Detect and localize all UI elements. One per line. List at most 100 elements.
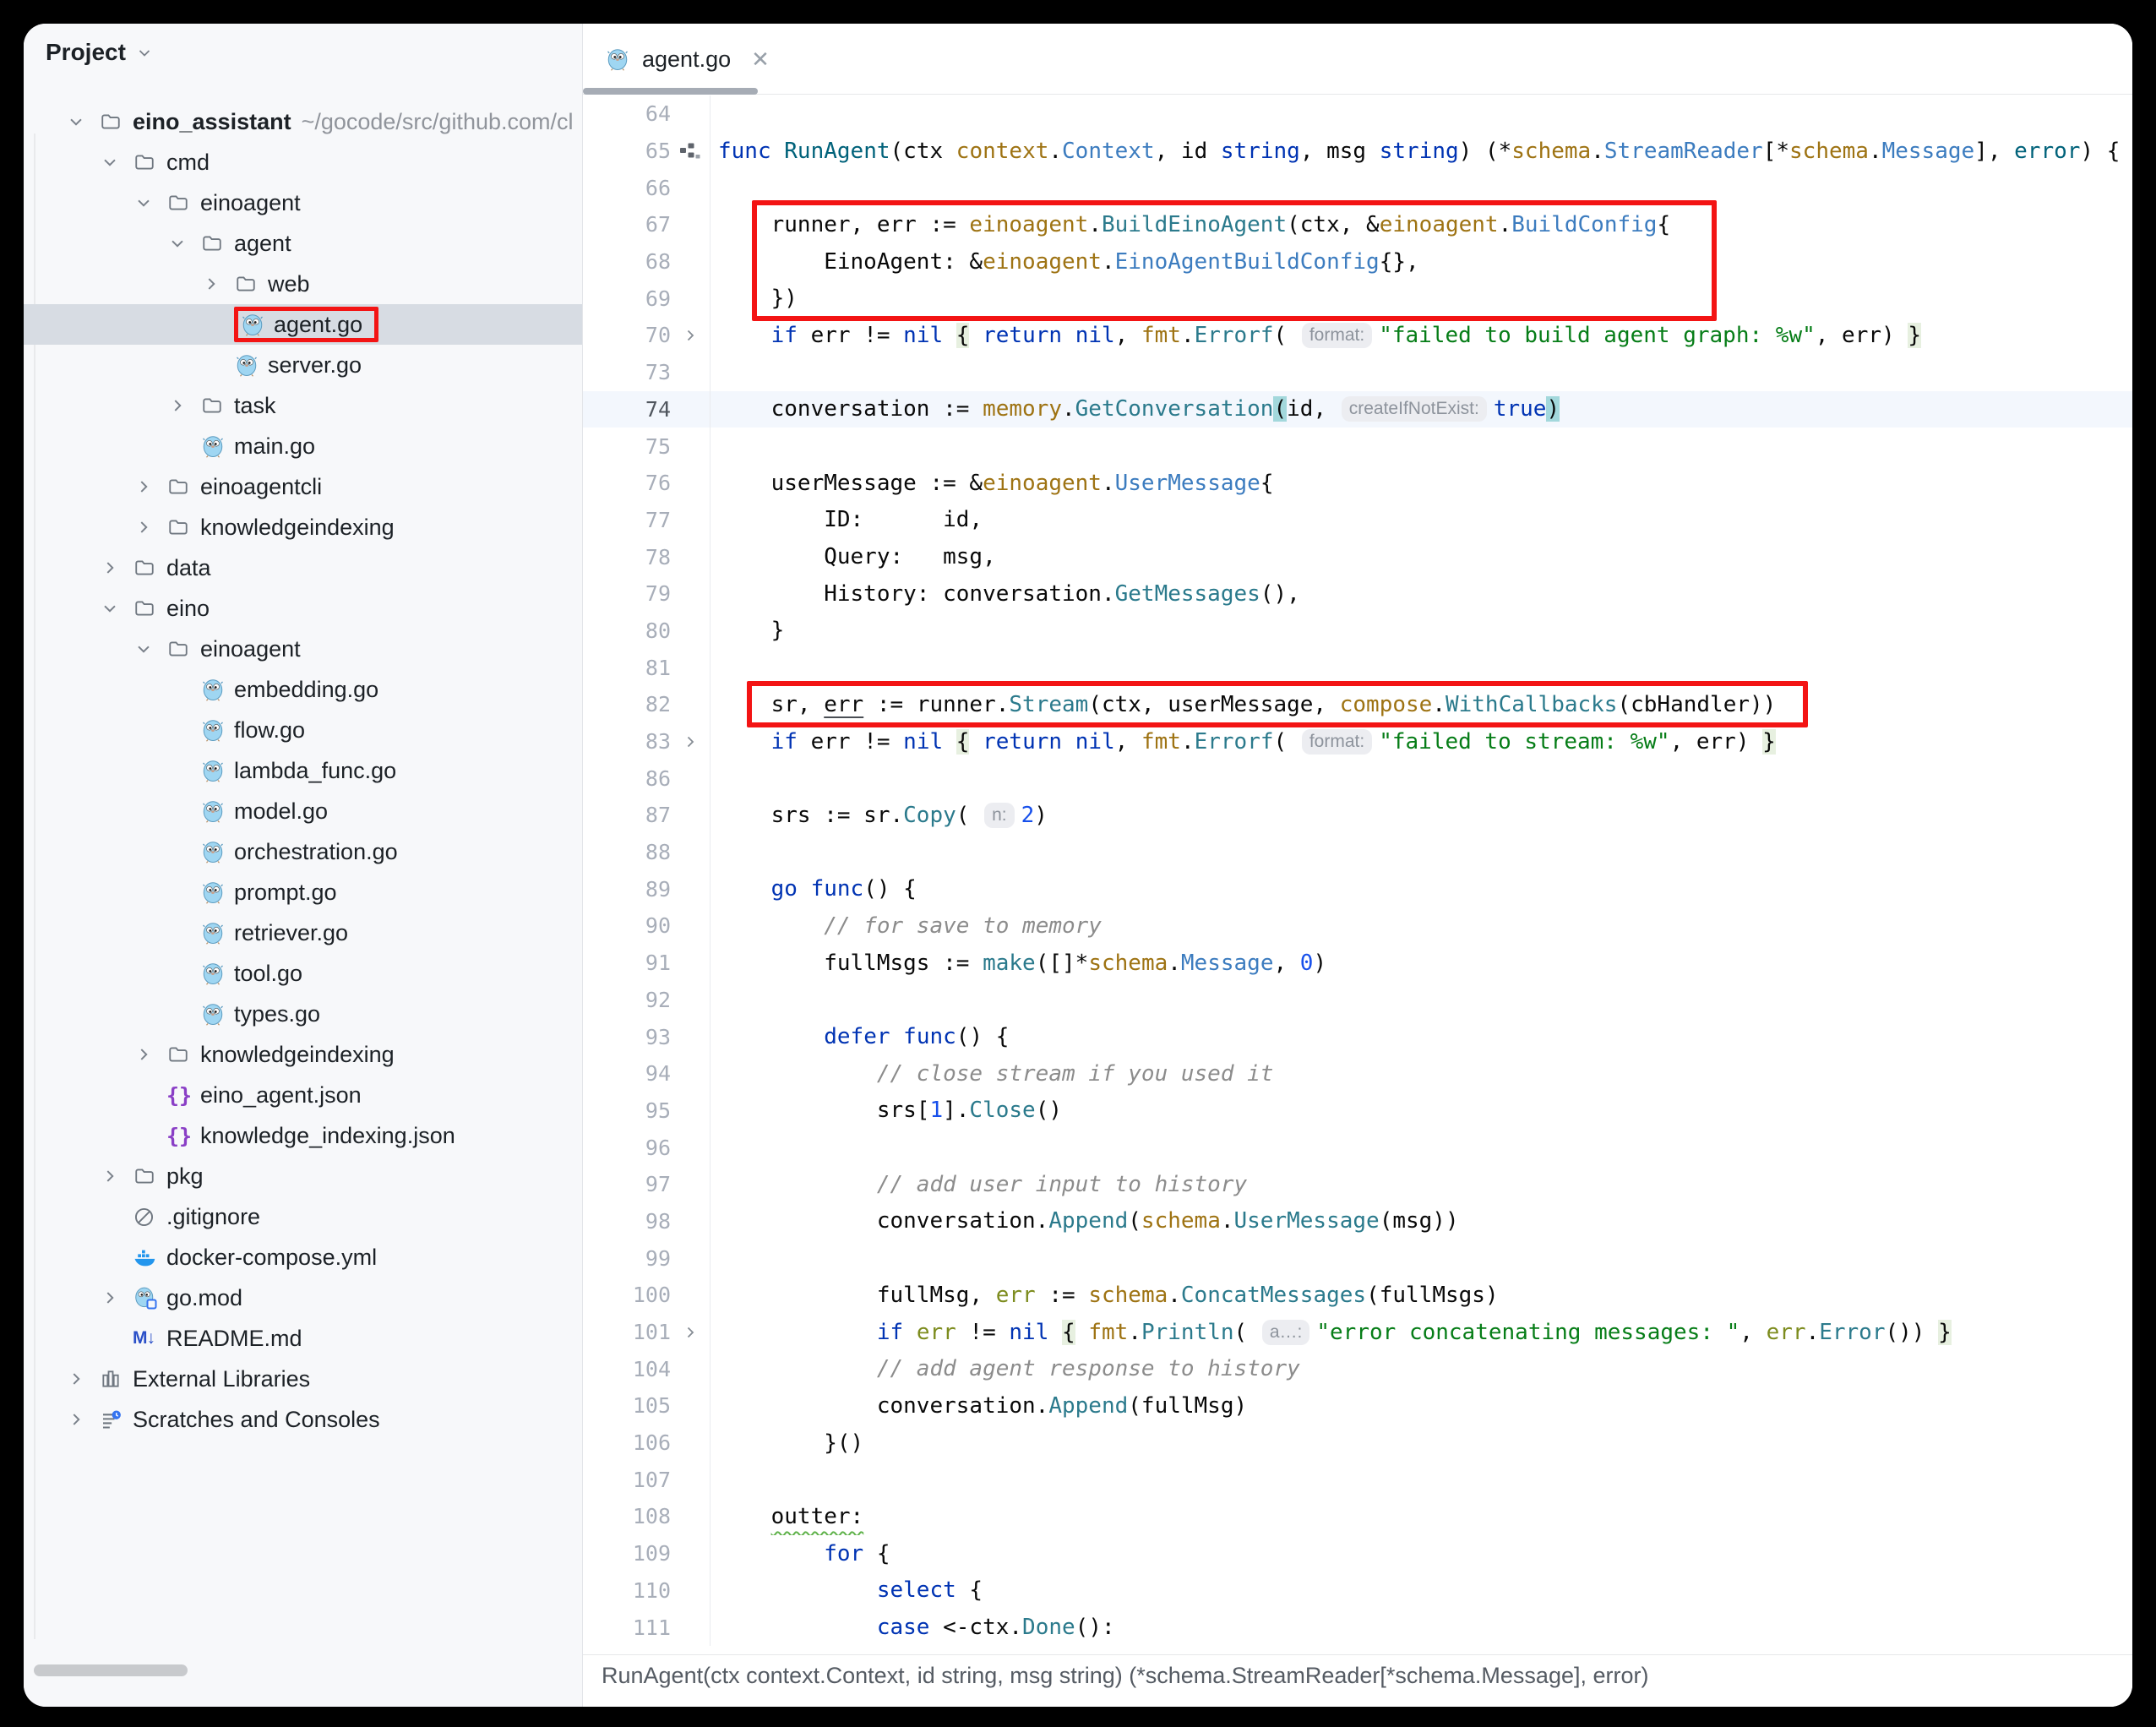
tree-item-eino-agent-json[interactable]: {}eino_agent.json xyxy=(24,1075,582,1115)
code-line-83[interactable]: 83 if err != nil { return nil, fmt.Error… xyxy=(583,723,2132,760)
code-line-111[interactable]: 111 case <-ctx.Done(): xyxy=(583,1609,2132,1646)
tree-item-einoagent[interactable]: einoagent xyxy=(24,183,582,223)
tree-item-docker-compose-yml[interactable]: docker-compose.yml xyxy=(24,1237,582,1278)
tree-item-einoagent[interactable]: einoagent xyxy=(24,629,582,669)
tree-item-cmd[interactable]: cmd xyxy=(24,142,582,183)
code-line-100[interactable]: 100 fullMsg, err := schema.ConcatMessage… xyxy=(583,1277,2132,1314)
code-line-96[interactable]: 96 xyxy=(583,1129,2132,1166)
code-line-107[interactable]: 107 xyxy=(583,1461,2132,1498)
code-line-110[interactable]: 110 select { xyxy=(583,1572,2132,1610)
gutter: 86 xyxy=(583,760,710,797)
tree-item-flow-go[interactable]: flow.go xyxy=(24,710,582,750)
tree-item-types-go[interactable]: types.go xyxy=(24,994,582,1034)
tree-item-lambda-func-go[interactable]: lambda_func.go xyxy=(24,750,582,791)
code-line-77[interactable]: 77 ID: id, xyxy=(583,502,2132,539)
code-line-88[interactable]: 88 xyxy=(583,834,2132,871)
code-line-109[interactable]: 109 for { xyxy=(583,1535,2132,1572)
fold-expand-icon[interactable] xyxy=(671,1322,710,1343)
code-line-75[interactable]: 75 xyxy=(583,428,2132,465)
chevron-right-icon[interactable] xyxy=(133,476,166,498)
line-number: 105 xyxy=(583,1393,671,1418)
code-line-108[interactable]: 108 outter: xyxy=(583,1498,2132,1535)
tree-item-external-libraries[interactable]: External Libraries xyxy=(24,1359,582,1399)
chevron-down-icon[interactable] xyxy=(99,151,133,173)
tree-item-knowledge-indexing-json[interactable]: {}knowledge_indexing.json xyxy=(24,1115,582,1156)
chevron-right-icon[interactable] xyxy=(99,1165,133,1187)
horizontal-scrollbar[interactable] xyxy=(34,1664,188,1676)
chevron-right-icon[interactable] xyxy=(65,1368,99,1390)
code-line-92[interactable]: 92 xyxy=(583,982,2132,1019)
tree-item-readme-md[interactable]: M↓README.md xyxy=(24,1318,582,1359)
code-line-97[interactable]: 97 // add user input to history xyxy=(583,1166,2132,1203)
code-line-101[interactable]: 101 if err != nil { fmt.Println( a…:"err… xyxy=(583,1314,2132,1351)
code-line-104[interactable]: 104 // add agent response to history xyxy=(583,1350,2132,1387)
close-icon[interactable]: ✕ xyxy=(751,46,770,73)
code-line-90[interactable]: 90 // for save to memory xyxy=(583,907,2132,945)
code-line-89[interactable]: 89 go func() { xyxy=(583,870,2132,907)
chevron-down-icon[interactable] xyxy=(65,111,99,133)
tree-item-web[interactable]: web xyxy=(24,264,582,304)
tree-item-tool-go[interactable]: tool.go xyxy=(24,953,582,994)
code-line-79[interactable]: 79 History: conversation.GetMessages(), xyxy=(583,575,2132,613)
chevron-right-icon[interactable] xyxy=(133,516,166,538)
usages-gutter-icon[interactable] xyxy=(671,142,710,160)
tree-item-einoagentcli[interactable]: einoagentcli xyxy=(24,466,582,507)
code-line-93[interactable]: 93 defer func() { xyxy=(583,1018,2132,1055)
code-line-86[interactable]: 86 xyxy=(583,760,2132,797)
code-line-95[interactable]: 95 srs[1].Close() xyxy=(583,1092,2132,1130)
code-editor[interactable]: 6465func RunAgent(ctx context.Context, i… xyxy=(583,95,2132,1654)
highlight-box-build-agent xyxy=(752,200,1717,321)
tree-item-prompt-go[interactable]: prompt.go xyxy=(24,872,582,913)
code-line-65[interactable]: 65func RunAgent(ctx context.Context, id … xyxy=(583,133,2132,170)
tree-item-scratches-and-consoles[interactable]: Scratches and Consoles xyxy=(24,1399,582,1440)
fold-expand-icon[interactable] xyxy=(671,325,710,346)
code-line-98[interactable]: 98 conversation.Append(schema.UserMessag… xyxy=(583,1203,2132,1240)
tree-item-model-go[interactable]: model.go xyxy=(24,791,582,831)
tree-item-orchestration-go[interactable]: orchestration.go xyxy=(24,831,582,872)
code-line-78[interactable]: 78 Query: msg, xyxy=(583,538,2132,575)
tree-item-agent-go[interactable]: agent.go xyxy=(24,304,582,345)
tree-item-agent[interactable]: agent xyxy=(24,223,582,264)
tree-item--gitignore[interactable]: .gitignore xyxy=(24,1196,582,1237)
code-line-94[interactable]: 94 // close stream if you used it xyxy=(583,1055,2132,1092)
tree-item-pkg[interactable]: pkg xyxy=(24,1156,582,1196)
code-line-80[interactable]: 80 } xyxy=(583,613,2132,650)
tree-item-data[interactable]: data xyxy=(24,548,582,588)
code-line-105[interactable]: 105 conversation.Append(fullMsg) xyxy=(583,1387,2132,1425)
folder-icon xyxy=(234,273,268,295)
chevron-down-icon[interactable] xyxy=(134,42,155,63)
chevron-right-icon[interactable] xyxy=(166,395,200,417)
code-line-87[interactable]: 87 srs := sr.Copy( n:2) xyxy=(583,797,2132,834)
editor-panel: agent.go ✕ 6465func RunAgent(ctx context… xyxy=(583,24,2132,1707)
tree-item-retriever-go[interactable]: retriever.go xyxy=(24,913,582,953)
chevron-right-icon[interactable] xyxy=(200,273,234,295)
chevron-right-icon[interactable] xyxy=(133,1043,166,1065)
tree-item-go-mod[interactable]: go.mod xyxy=(24,1278,582,1318)
code-line-91[interactable]: 91 fullMsgs := make([]*schema.Message, 0… xyxy=(583,945,2132,982)
code-line-73[interactable]: 73 xyxy=(583,354,2132,391)
tree-item-eino[interactable]: eino xyxy=(24,588,582,629)
code-line-64[interactable]: 64 xyxy=(583,95,2132,133)
fold-expand-icon[interactable] xyxy=(671,732,710,752)
tree-item-task[interactable]: task xyxy=(24,385,582,426)
tab-agent-go[interactable]: agent.go ✕ xyxy=(583,24,788,95)
chevron-down-icon[interactable] xyxy=(166,232,200,254)
code-line-74[interactable]: 74 conversation := memory.GetConversatio… xyxy=(583,391,2132,428)
chevron-down-icon[interactable] xyxy=(133,192,166,214)
chevron-right-icon[interactable] xyxy=(65,1408,99,1430)
code-line-99[interactable]: 99 xyxy=(583,1239,2132,1277)
tree-item-knowledgeindexing[interactable]: knowledgeindexing xyxy=(24,1034,582,1075)
tree-item-main-go[interactable]: main.go xyxy=(24,426,582,466)
chevron-right-icon[interactable] xyxy=(99,1287,133,1309)
code-line-76[interactable]: 76 userMessage := &einoagent.UserMessage… xyxy=(583,465,2132,502)
chevron-right-icon[interactable] xyxy=(99,557,133,579)
code-line-70[interactable]: 70 if err != nil { return nil, fmt.Error… xyxy=(583,317,2132,354)
tree-item-server-go[interactable]: server.go xyxy=(24,345,582,385)
chevron-down-icon[interactable] xyxy=(99,597,133,619)
chevron-down-icon[interactable] xyxy=(133,638,166,660)
project-header[interactable]: Project xyxy=(46,39,155,66)
tree-item-eino-assistant[interactable]: eino_assistant~/gocode/src/github.com/cl xyxy=(24,101,582,142)
tree-item-knowledgeindexing[interactable]: knowledgeindexing xyxy=(24,507,582,548)
code-line-106[interactable]: 106 }() xyxy=(583,1425,2132,1462)
tree-item-embedding-go[interactable]: embedding.go xyxy=(24,669,582,710)
